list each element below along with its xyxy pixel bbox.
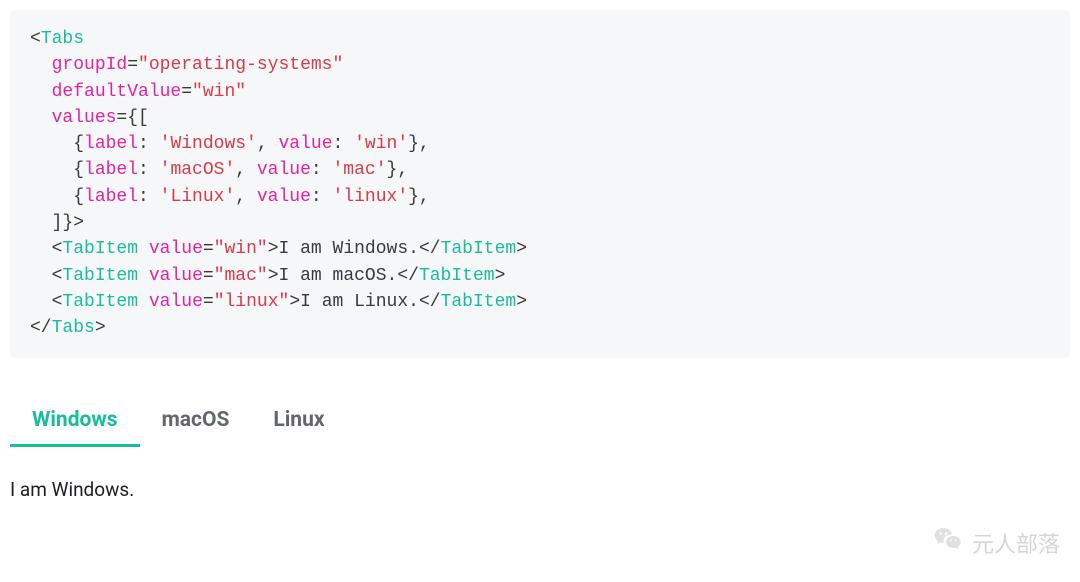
tabs-list: Windows macOS Linux [10,396,1070,448]
code-attr: defaultValue [52,82,182,102]
code-block: <Tabs groupId="operating-systems" defaul… [10,10,1070,358]
tab-windows[interactable]: Windows [10,396,140,447]
code-string: "win" [192,82,246,102]
tab-macos[interactable]: macOS [140,396,252,447]
code-attr: values [52,108,117,128]
code-attr: groupId [52,55,128,75]
wechat-icon [932,524,964,562]
tab-label: Windows [32,408,118,432]
watermark: 元人部落 [932,524,1060,562]
code-tag: Tabs [41,29,84,49]
tabs-container: Windows macOS Linux I am Windows. [10,396,1070,501]
watermark-text: 元人部落 [972,527,1060,559]
tab-label: macOS [162,408,230,432]
code-string: "operating-systems" [138,55,343,75]
tab-linux[interactable]: Linux [251,396,346,447]
tab-label: Linux [273,408,324,432]
tab-content: I am Windows. [10,448,1070,501]
